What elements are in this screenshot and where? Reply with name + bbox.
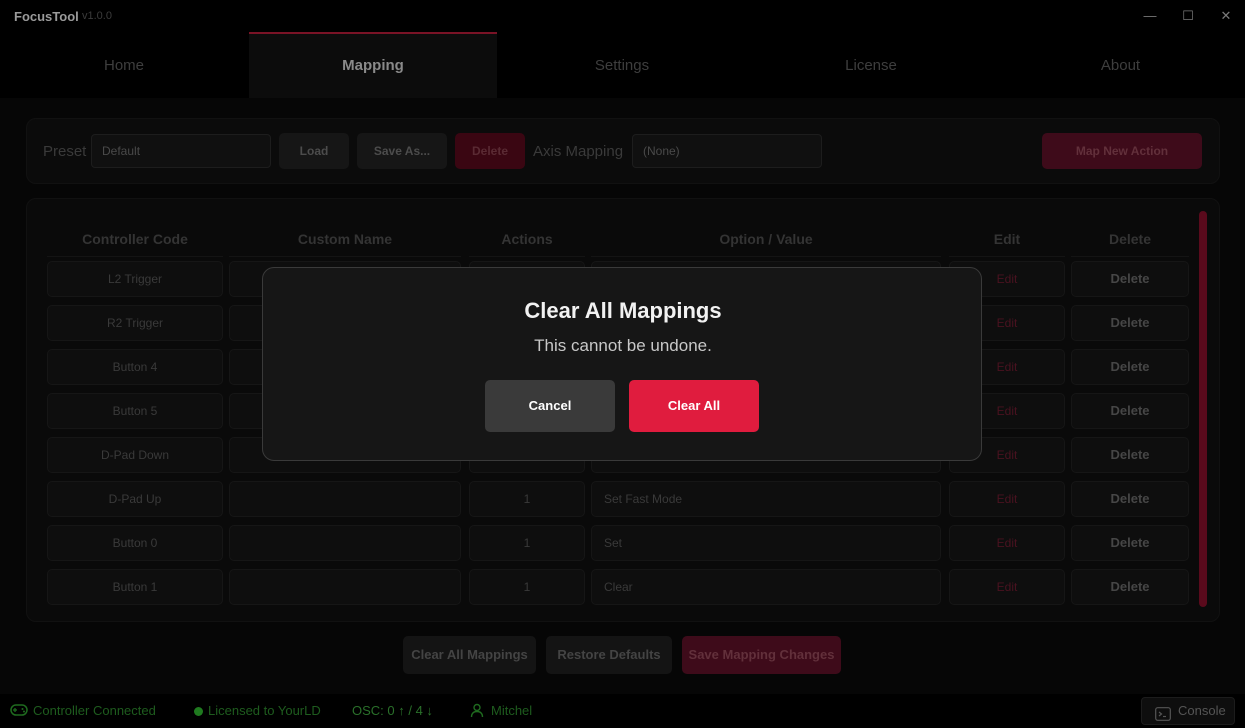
dialog-message: This cannot be undone. [534,336,712,355]
modal-overlay: Clear All Mappings This cannot be undone… [0,0,1245,728]
app-window: FocusTool v1.0.0 — ☐ ✕ Home Mapping Sett… [0,0,1245,728]
dialog-title: Clear All Mappings [524,298,722,323]
cancel-button[interactable]: Cancel [485,380,615,432]
confirm-clear-all-button[interactable]: Clear All [629,380,759,432]
clear-all-dialog: Clear All Mappings This cannot be undone… [262,267,982,461]
